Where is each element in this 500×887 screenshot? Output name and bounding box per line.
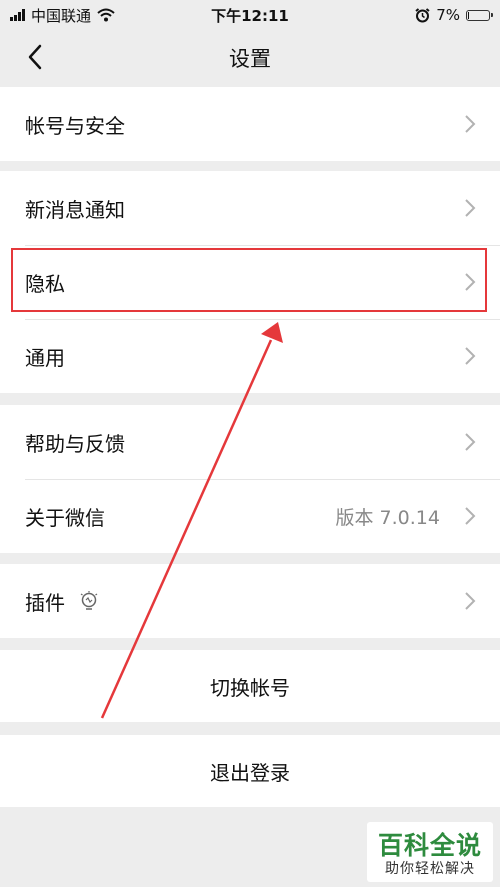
bulb-icon [80, 591, 98, 610]
switch-account-button[interactable]: 切换帐号 [0, 650, 500, 722]
settings-item-label: 关于微信 [25, 505, 105, 530]
group-account: 帐号与安全 [0, 87, 500, 161]
chevron-right-icon [465, 347, 476, 365]
wifi-icon [97, 8, 115, 22]
status-left: 中国联通 [10, 5, 115, 26]
status-bar: 中国联通 下午12:11 7% [0, 0, 500, 30]
settings-item-label: 通用 [25, 345, 65, 370]
battery-icon [466, 9, 493, 21]
page-title: 设置 [229, 47, 271, 71]
highlight-box [11, 248, 487, 312]
watermark-title: 百科全说 [377, 831, 482, 860]
signal-icon [10, 9, 25, 21]
battery-percent: 7% [436, 6, 460, 24]
chevron-right-icon [465, 592, 476, 610]
settings-item-about[interactable]: 关于微信 版本 7.0.14 [0, 479, 500, 553]
chevron-right-icon [465, 433, 476, 451]
status-right: 7% [415, 6, 493, 24]
carrier-label: 中国联通 [31, 6, 92, 25]
alarm-icon [415, 7, 430, 22]
settings-item-account-security[interactable]: 帐号与安全 [0, 87, 500, 161]
chevron-right-icon [465, 199, 476, 217]
settings-item-label: 帐号与安全 [25, 113, 125, 138]
nav-bar: 设置 [0, 30, 500, 85]
group-plugins: 插件 [0, 564, 500, 638]
logout-button[interactable]: 退出登录 [0, 735, 500, 807]
settings-item-notifications[interactable]: 新消息通知 [0, 171, 500, 245]
group-help-about: 帮助与反馈 关于微信 版本 7.0.14 [0, 405, 500, 553]
watermark-subtitle: 助你轻松解决 [385, 861, 475, 877]
settings-item-plugins[interactable]: 插件 [0, 564, 500, 638]
watermark-logo: 百科全说 助你轻松解决 [367, 822, 493, 882]
settings-item-help-feedback[interactable]: 帮助与反馈 [0, 405, 500, 479]
settings-item-general[interactable]: 通用 [0, 319, 500, 393]
chevron-right-icon [465, 507, 476, 525]
settings-item-label: 新消息通知 [25, 197, 125, 222]
settings-item-label: 帮助与反馈 [25, 431, 125, 456]
settings-item-label: 插件 [25, 590, 65, 615]
chevron-right-icon [465, 115, 476, 133]
version-value: 版本 7.0.14 [335, 506, 440, 529]
